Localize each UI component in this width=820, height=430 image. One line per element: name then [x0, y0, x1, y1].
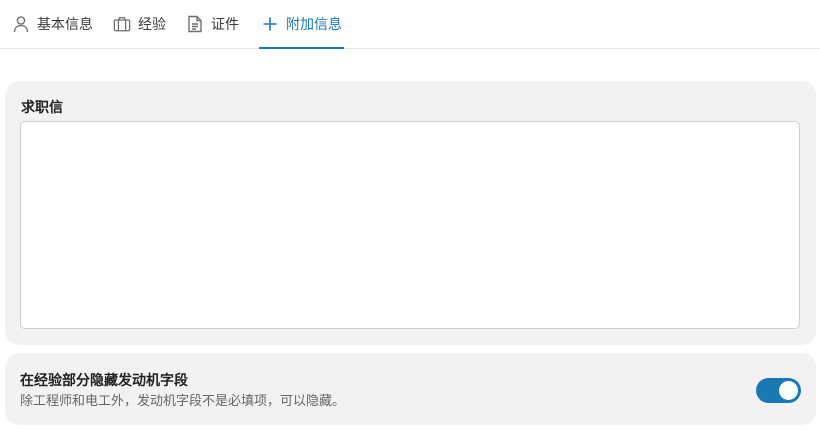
document-icon [186, 15, 204, 33]
tab-label: 基本信息 [37, 17, 93, 33]
tab-bar: 基本信息 经验 证件 附加信息 [0, 0, 820, 49]
tab-basic-info[interactable]: 基本信息 [12, 0, 103, 48]
hide-motivation-toggle[interactable] [756, 378, 801, 403]
cover-letter-card: 求职信 [5, 81, 816, 345]
tab-additional-info[interactable]: 附加信息 [259, 0, 344, 49]
cover-letter-label: 求职信 [21, 100, 63, 116]
hide-motivation-description: 除工程师和电工外，发动机字段不是必填项，可以隐藏。 [20, 394, 346, 409]
hide-motivation-card: 在经验部分隐藏发动机字段 除工程师和电工外，发动机字段不是必填项，可以隐藏。 [5, 353, 816, 425]
toggle-knob [779, 381, 798, 400]
briefcase-icon [113, 15, 131, 33]
hide-motivation-title: 在经验部分隐藏发动机字段 [20, 373, 188, 389]
cover-letter-input[interactable] [20, 121, 800, 329]
tab-label: 附加信息 [286, 17, 342, 33]
tab-label: 证件 [211, 17, 239, 33]
plus-icon [261, 15, 279, 33]
person-icon [12, 15, 30, 33]
tab-certificates[interactable]: 证件 [186, 0, 249, 48]
tab-experience[interactable]: 经验 [113, 0, 176, 48]
tab-label: 经验 [138, 17, 166, 33]
